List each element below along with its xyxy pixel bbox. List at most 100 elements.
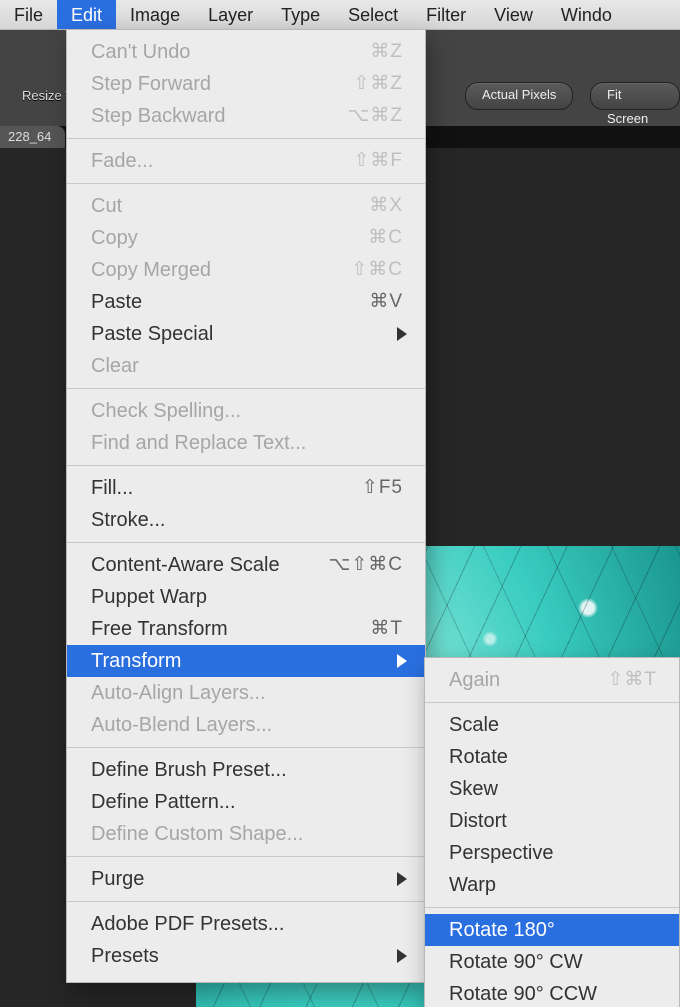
menu-item-label: Puppet Warp (91, 586, 207, 608)
menu-item-label: Clear (91, 355, 139, 377)
menu-item-label: Again (449, 669, 500, 691)
app-root: Resize W Actual Pixels Fit Screen 228_64… (0, 0, 680, 1007)
menu-item-label: Copy (91, 227, 138, 249)
edit-transform[interactable]: Transform (67, 645, 425, 677)
transform-separator (425, 907, 679, 908)
document-tab[interactable]: 228_64 (0, 126, 65, 148)
edit-separator (67, 465, 425, 466)
menu-edit[interactable]: Edit (57, 0, 116, 29)
menu-item-label: Adobe PDF Presets... (91, 913, 284, 935)
menu-filter[interactable]: Filter (412, 0, 480, 29)
menu-item-label: Copy Merged (91, 259, 211, 281)
edit-clear: Clear (67, 350, 425, 382)
edit-content-aware-scale[interactable]: Content-Aware Scale⌥⇧⌘C (67, 549, 425, 581)
edit-paste-special[interactable]: Paste Special (67, 318, 425, 350)
transform-rotate-90-cw[interactable]: Rotate 90° CW (425, 946, 679, 978)
menu-item-label: Check Spelling... (91, 400, 241, 422)
menu-item-label: Free Transform (91, 618, 228, 640)
menu-item-shortcut: ⇧⌘C (351, 254, 403, 286)
menu-item-label: Find and Replace Text... (91, 432, 306, 454)
menu-item-shortcut: ⌘Z (370, 36, 403, 68)
edit-separator (67, 138, 425, 139)
edit-fill[interactable]: Fill... ⇧F5 (67, 472, 425, 504)
menu-item-label: Scale (449, 714, 499, 736)
edit-separator (67, 183, 425, 184)
menu-item-shortcut: ⇧F5 (362, 472, 403, 504)
edit-separator (67, 901, 425, 902)
menu-item-shortcut: ⇧⌘T (607, 664, 657, 696)
menu-item-label: Can't Undo (91, 41, 190, 63)
menu-item-label: Fill... (91, 477, 133, 499)
menu-item-label: Distort (449, 810, 507, 832)
edit-separator (67, 388, 425, 389)
menu-item-label: Rotate 180° (449, 919, 555, 941)
transform-again: Again ⇧⌘T (425, 664, 679, 696)
menu-item-label: Define Pattern... (91, 791, 236, 813)
edit-step-forward: Step Forward ⇧⌘Z (67, 68, 425, 100)
menu-item-label: Paste Special (91, 323, 213, 345)
menu-item-shortcut: ⌘C (368, 222, 403, 254)
fit-screen-button[interactable]: Fit Screen (590, 82, 680, 110)
edit-purge[interactable]: Purge (67, 863, 425, 895)
menu-item-label: Perspective (449, 842, 554, 864)
edit-step-backward: Step Backward⌥⌘Z (67, 100, 425, 132)
submenu-arrow-icon (397, 327, 407, 341)
transform-distort[interactable]: Distort (425, 805, 679, 837)
edit-define-custom-shape: Define Custom Shape... (67, 818, 425, 850)
menu-item-label: Auto-Blend Layers... (91, 714, 272, 736)
actual-pixels-button[interactable]: Actual Pixels (465, 82, 573, 110)
menu-item-label: Rotate 90° CW (449, 951, 583, 973)
menu-item-shortcut: ⇧⌘Z (353, 68, 403, 100)
transform-submenu: Again ⇧⌘T Scale Rotate Skew Distort Perspectiv… (424, 657, 680, 1007)
transform-rotate-90-ccw[interactable]: Rotate 90° CCW (425, 978, 679, 1007)
edit-fade: Fade...⇧⌘F (67, 145, 425, 177)
edit-define-pattern[interactable]: Define Pattern... (67, 786, 425, 818)
menu-item-shortcut: ⌘V (369, 286, 403, 318)
transform-perspective[interactable]: Perspective (425, 837, 679, 869)
menu-item-label: Paste (91, 291, 142, 313)
menu-item-label: Content-Aware Scale (91, 554, 280, 576)
menu-windo[interactable]: Windo (547, 0, 626, 29)
menu-item-label: Auto-Align Layers... (91, 682, 266, 704)
menu-item-label: Warp (449, 874, 496, 896)
menu-item-label: Step Forward (91, 73, 211, 95)
transform-skew[interactable]: Skew (425, 773, 679, 805)
transform-scale[interactable]: Scale (425, 709, 679, 741)
edit-stroke[interactable]: Stroke... (67, 504, 425, 536)
menu-item-shortcut: ⇧⌘F (353, 145, 403, 177)
edit-copy: Copy ⌘C (67, 222, 425, 254)
menu-item-shortcut: ⌘X (369, 190, 403, 222)
edit-paste[interactable]: Paste ⌘V (67, 286, 425, 318)
edit-adobe-pdf-presets[interactable]: Adobe PDF Presets... (67, 908, 425, 940)
edit-auto-align-layers: Auto-Align Layers... (67, 677, 425, 709)
menu-item-label: Rotate (449, 746, 508, 768)
edit-copy-merged: Copy Merged ⇧⌘C (67, 254, 425, 286)
transform-rotate-180[interactable]: Rotate 180° (425, 914, 679, 946)
menu-item-label: Purge (91, 868, 144, 890)
menu-item-label: Stroke... (91, 509, 165, 531)
menu-layer[interactable]: Layer (194, 0, 267, 29)
menu-file[interactable]: File (0, 0, 57, 29)
edit-free-transform[interactable]: Free Transform⌘T (67, 613, 425, 645)
edit-menu: Can't Undo ⌘Z Step Forward ⇧⌘ZStep Backward… (66, 29, 426, 983)
transform-warp[interactable]: Warp (425, 869, 679, 901)
menu-item-label: Define Custom Shape... (91, 823, 303, 845)
submenu-arrow-icon (397, 949, 407, 963)
menu-item-label: Presets (91, 945, 159, 967)
menu-select[interactable]: Select (334, 0, 412, 29)
edit-separator (67, 856, 425, 857)
transform-separator (425, 702, 679, 703)
edit-separator (67, 747, 425, 748)
menu-bar: FileEditImageLayerTypeSelectFilterViewWi… (0, 0, 680, 30)
edit-puppet-warp[interactable]: Puppet Warp (67, 581, 425, 613)
edit-can-t-undo: Can't Undo ⌘Z (67, 36, 425, 68)
menu-view[interactable]: View (480, 0, 547, 29)
menu-type[interactable]: Type (267, 0, 334, 29)
submenu-arrow-icon (397, 872, 407, 886)
menu-item-label: Rotate 90° CCW (449, 983, 597, 1005)
edit-presets[interactable]: Presets (67, 940, 425, 972)
transform-rotate[interactable]: Rotate (425, 741, 679, 773)
edit-check-spelling: Check Spelling... (67, 395, 425, 427)
menu-image[interactable]: Image (116, 0, 194, 29)
edit-define-brush-preset[interactable]: Define Brush Preset... (67, 754, 425, 786)
